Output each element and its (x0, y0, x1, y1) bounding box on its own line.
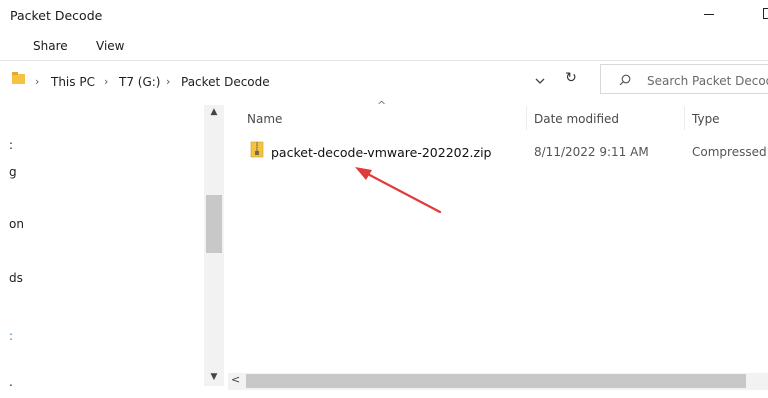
column-header-date-modified[interactable]: Date modified (534, 112, 619, 126)
breadcrumb-t7-drive[interactable]: T7 (G:) (119, 75, 160, 89)
nav-item-fragment[interactable]: g (9, 165, 17, 179)
column-divider[interactable] (526, 106, 527, 130)
sort-ascending-icon: ^ (377, 99, 387, 112)
nav-item-fragment[interactable]: . (9, 375, 13, 389)
scroll-thumb[interactable] (206, 195, 222, 253)
zip-folder-icon (250, 141, 264, 158)
scroll-left-button[interactable]: < (231, 373, 245, 390)
nav-item-fragment[interactable]: on (9, 217, 24, 231)
scroll-up-button[interactable]: ▲ (204, 107, 224, 123)
breadcrumb-separator: › (104, 75, 109, 88)
ribbon-tab-view[interactable]: View (96, 39, 124, 53)
column-header-name[interactable]: Name (247, 112, 282, 126)
chevron-down-icon[interactable] (530, 72, 550, 90)
column-header-type[interactable]: Type (692, 112, 720, 126)
breadcrumb-separator: › (166, 75, 171, 88)
nav-item-fragment[interactable]: : (9, 329, 13, 343)
breadcrumb-this-pc[interactable]: This PC (51, 75, 95, 89)
breadcrumb-separator: › (35, 75, 40, 88)
ribbon-tab-share[interactable]: Share (33, 39, 68, 53)
file-date-modified: 8/11/2022 9:11 AM (534, 145, 649, 159)
search-placeholder: Search Packet Decode (647, 74, 768, 88)
nav-item-fragment[interactable]: : (9, 138, 13, 152)
refresh-icon[interactable]: ↻ (561, 70, 581, 90)
breadcrumb-packet-decode[interactable]: Packet Decode (181, 75, 270, 89)
ribbon-divider (0, 60, 768, 61)
scroll-down-button[interactable]: ▼ (204, 372, 224, 388)
file-name[interactable]: packet-decode-vmware-202202.zip (271, 145, 492, 160)
search-icon (619, 74, 631, 86)
horizontal-scroll-thumb[interactable] (246, 374, 746, 388)
column-divider[interactable] (684, 106, 685, 130)
nav-item-fragment[interactable]: ds (9, 271, 23, 285)
maximize-button[interactable] (754, 3, 768, 25)
folder-icon (12, 72, 25, 84)
minimize-button[interactable] (694, 3, 724, 25)
file-type: Compressed (692, 145, 767, 159)
window-title: Packet Decode (10, 8, 103, 23)
